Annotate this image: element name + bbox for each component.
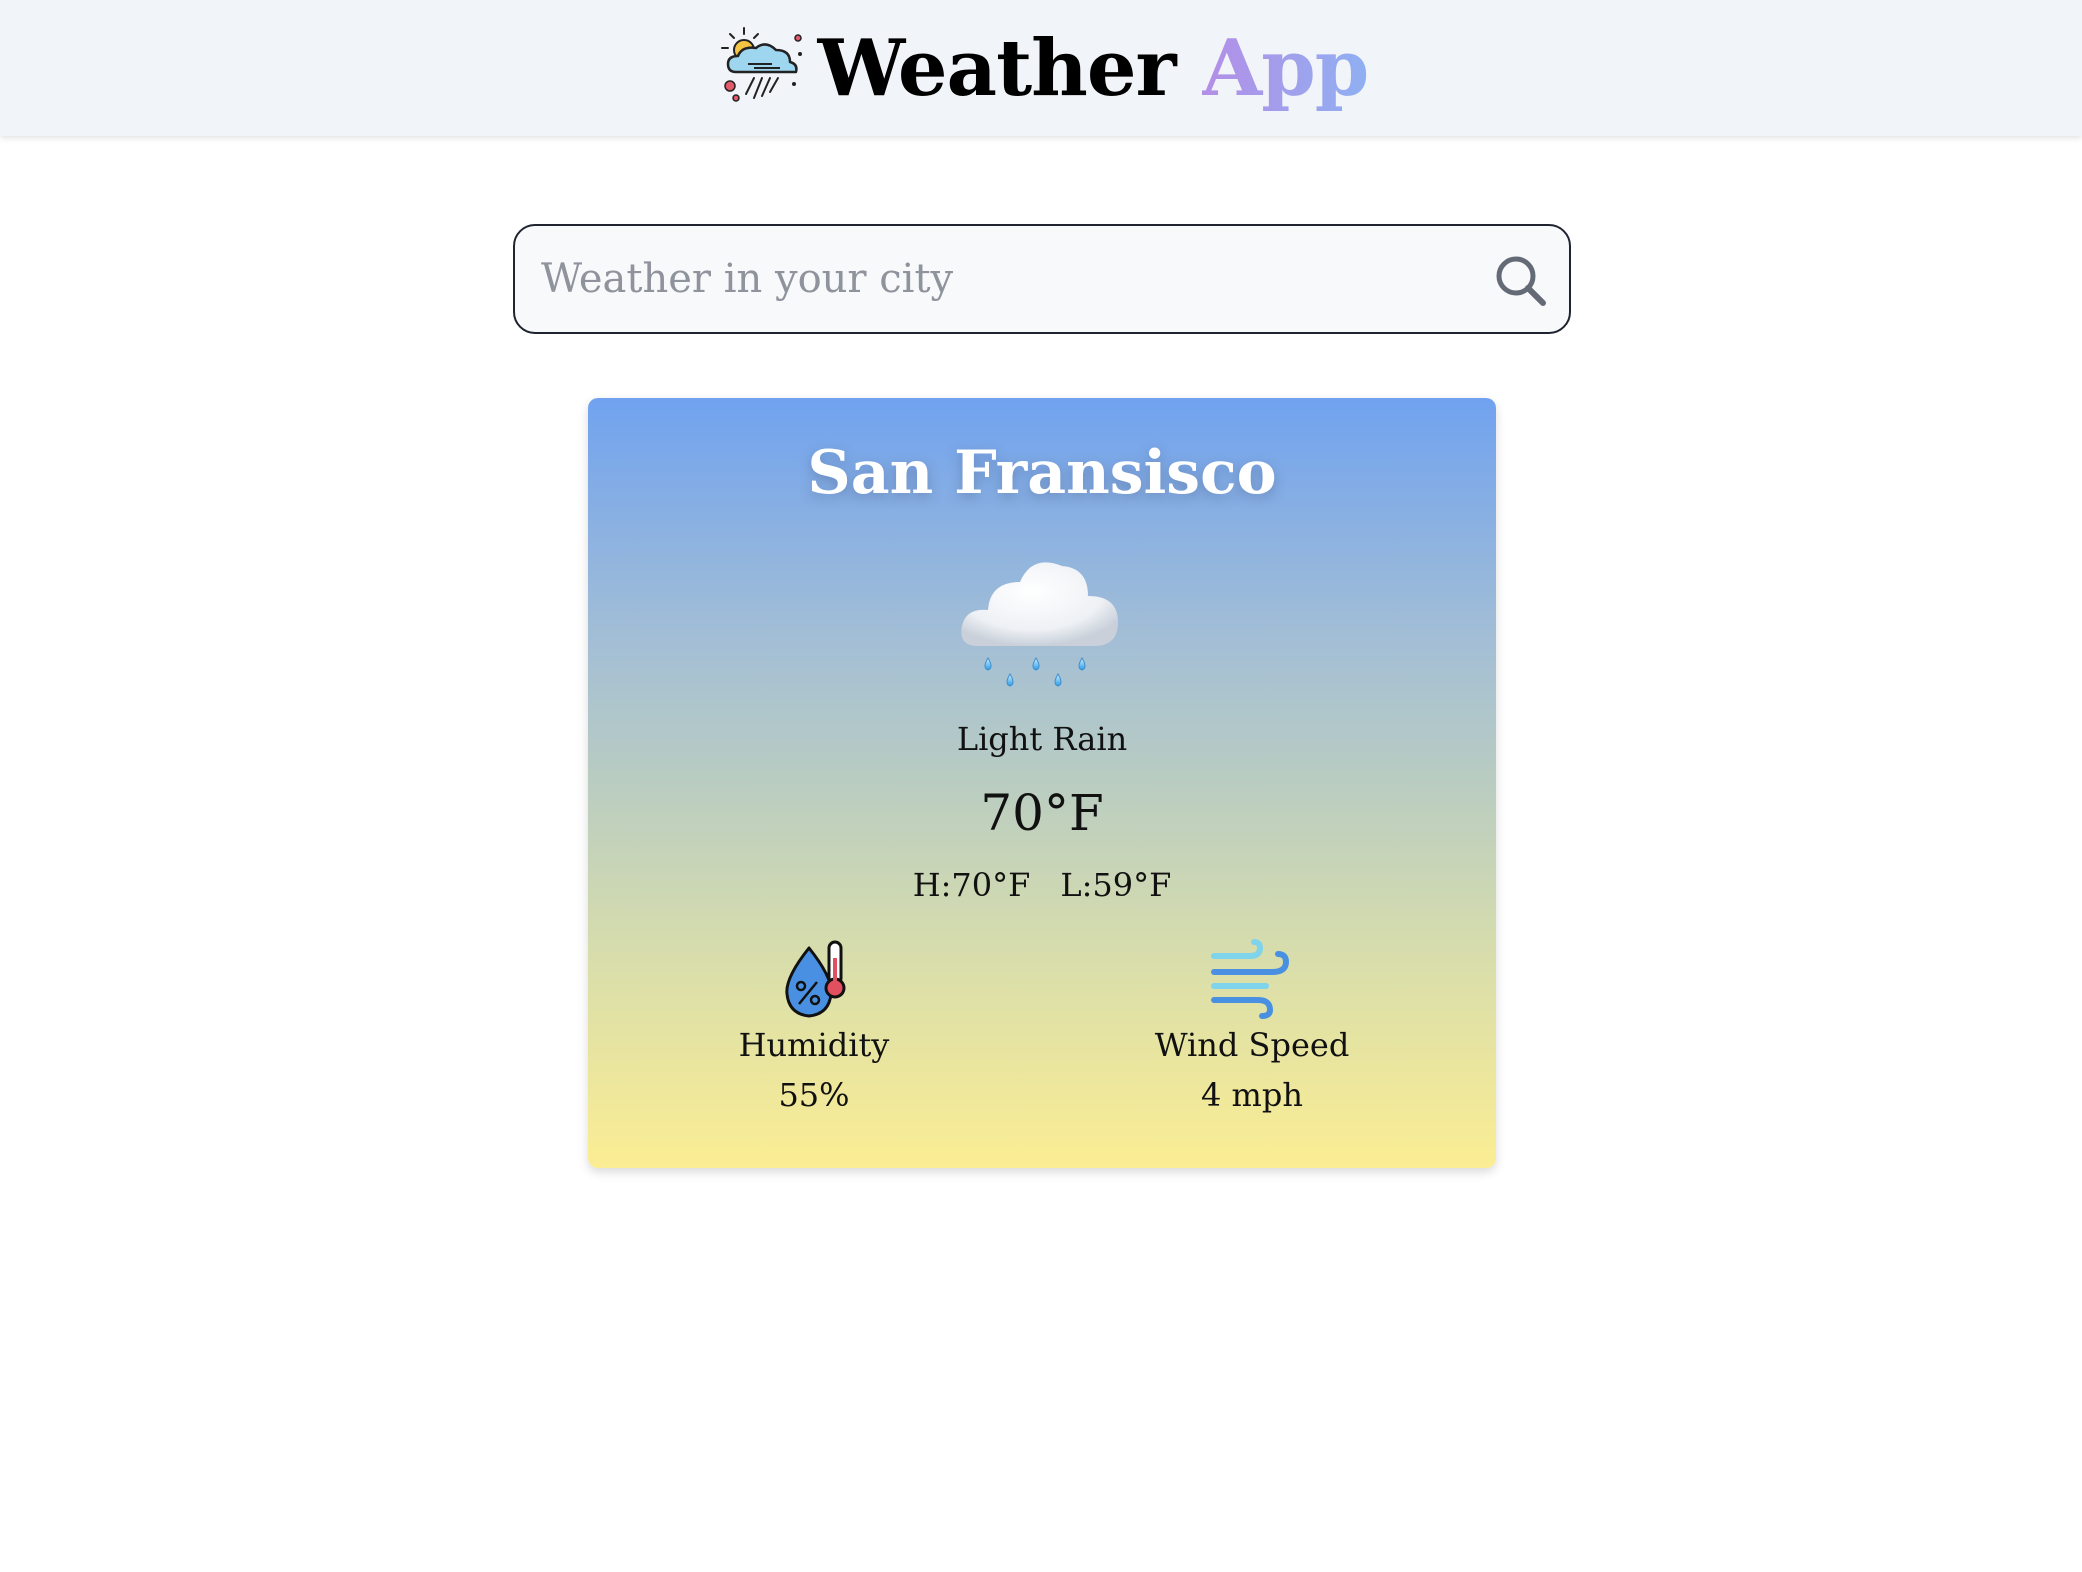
search-bar xyxy=(513,224,1571,334)
high-low-temperature: H:70°F L:59°F xyxy=(588,866,1496,904)
wind-speed-value: 4 mph xyxy=(1201,1076,1303,1114)
cloud-rain-icon xyxy=(961,562,1118,687)
search-icon[interactable] xyxy=(1493,253,1549,309)
humidity-drop-thermometer-icon xyxy=(785,940,846,1018)
app-title-accent: App xyxy=(1201,22,1370,114)
low-temperature: L:59°F xyxy=(1060,866,1172,904)
weather-logo-icon xyxy=(720,27,802,102)
app-title: Weather App xyxy=(817,22,1370,114)
weather-card: San Fransisco Light Rain 70°F H:70°F L:5… xyxy=(588,398,1496,1168)
city-name: San Fransisco xyxy=(807,438,1277,508)
wind-icon xyxy=(1211,939,1290,1019)
current-temperature: 70°F xyxy=(980,784,1104,842)
humidity-stat: Humidity 55% xyxy=(664,938,964,1114)
wind-speed-label: Wind Speed xyxy=(1154,1026,1350,1064)
humidity-value: 55% xyxy=(778,1076,850,1114)
app-header: Weather App xyxy=(0,0,2082,136)
app-title-main: Weather xyxy=(817,22,1177,114)
wind-speed-stat: Wind Speed 4 mph xyxy=(1102,938,1402,1114)
high-temperature: H:70°F xyxy=(912,866,1031,904)
weather-condition: Light Rain xyxy=(956,720,1128,758)
city-search-input[interactable] xyxy=(539,226,1489,332)
humidity-label: Humidity xyxy=(738,1026,890,1064)
